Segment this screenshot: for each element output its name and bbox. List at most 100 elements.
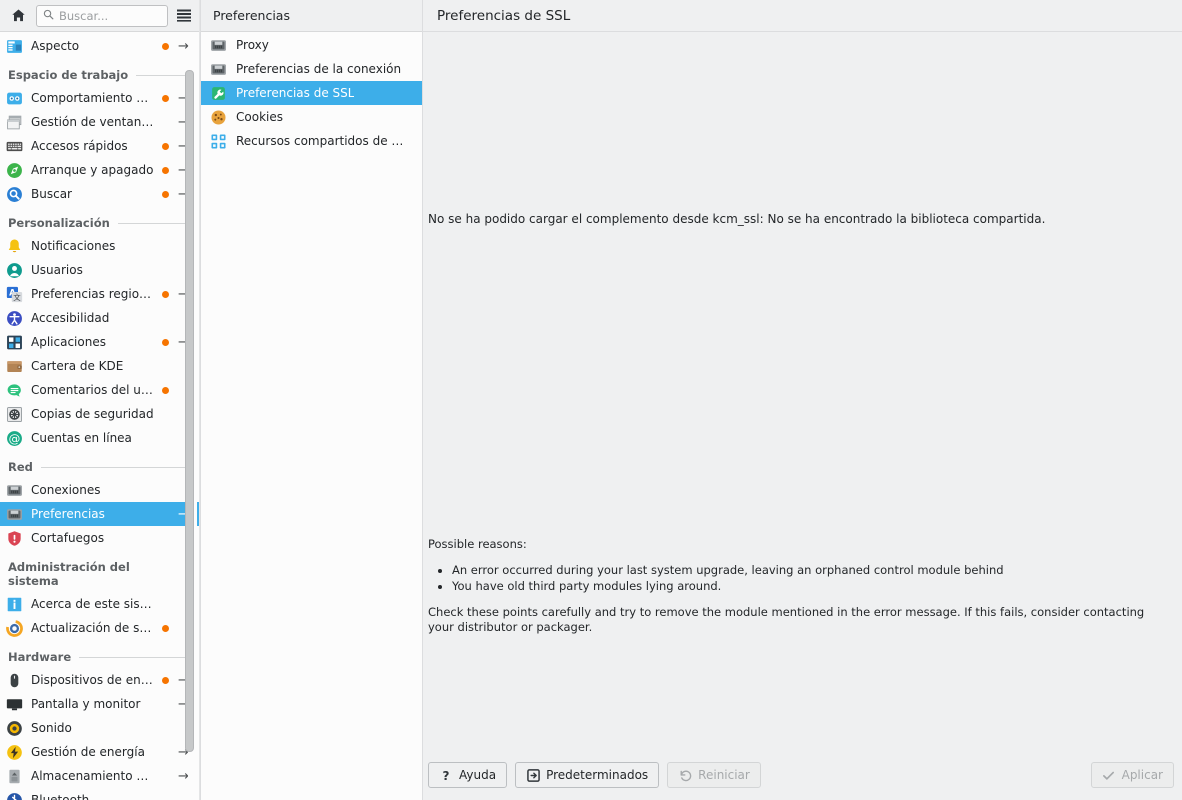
apply-button[interactable]: Aplicar <box>1091 762 1174 788</box>
sidebar-item-aplicaciones[interactable]: Aplicaciones→ <box>0 330 200 354</box>
sidebar-item-comportamiento-del-esp[interactable]: Comportamiento del esp...→ <box>0 86 200 110</box>
reason-item: You have old third party modules lying a… <box>452 579 1154 595</box>
appearance-icon <box>6 38 23 55</box>
sidebar-item-cortafuegos[interactable]: Cortafuegos→ <box>0 526 200 550</box>
hamburger-menu-icon[interactable] <box>174 4 194 28</box>
error-message: No se ha podido cargar el complemento de… <box>428 212 1162 226</box>
sidebar-item-preferencias[interactable]: Preferencias→ <box>0 502 200 526</box>
checkmark-icon <box>1102 768 1116 782</box>
windows-shares-icon <box>210 133 227 150</box>
bluetooth-icon <box>6 792 23 800</box>
update-badge-dot <box>162 677 169 684</box>
sidebar-item-label: Notificaciones <box>31 239 154 253</box>
sidebar-item-buscar[interactable]: Buscar→ <box>0 182 200 206</box>
sidebar-item-cartera-de-kde[interactable]: Cartera de KDE→ <box>0 354 200 378</box>
module-body: No se ha podido cargar el complemento de… <box>423 32 1182 756</box>
sidebar-item-notificaciones[interactable]: Notificaciones→ <box>0 234 200 258</box>
removable-storage-icon <box>6 768 23 785</box>
sidebar-item-usuarios[interactable]: Usuarios→ <box>0 258 200 282</box>
sidebar-scrollbar-thumb[interactable] <box>185 70 194 752</box>
workspace-behavior-icon <box>6 90 23 107</box>
sidebar-group-header: Espacio de trabajo <box>0 58 200 86</box>
keyboard-shortcuts-icon <box>6 138 23 155</box>
sidebar-item-conexiones[interactable]: Conexiones→ <box>0 478 200 502</box>
sidebar-item-label: Arranque y apagado <box>31 163 154 177</box>
module-item-preferencias-de-ssl[interactable]: Preferencias de SSL <box>201 81 422 105</box>
bell-icon <box>6 238 23 255</box>
update-badge-dot <box>162 387 169 394</box>
update-badge-dot <box>162 143 169 150</box>
module-list-title: Preferencias <box>201 0 422 32</box>
sidebar-item-accesibilidad[interactable]: Accesibilidad→ <box>0 306 200 330</box>
sidebar-item-label: Pantalla y monitor <box>31 697 154 711</box>
module-item-recursos-compartidos-de-wind[interactable]: Recursos compartidos de Wind... <box>201 129 422 153</box>
sidebar-item-label: Gestión de ventanas <box>31 115 154 129</box>
sidebar-item-gesti-n-de-energ-a[interactable]: Gestión de energía→ <box>0 740 200 764</box>
mouse-icon <box>6 672 23 689</box>
users-icon <box>6 262 23 279</box>
sidebar-item-label: Aspecto <box>31 39 154 53</box>
ssl-preferences-icon <box>210 85 227 102</box>
sidebar-item-actualizaci-n-de-software[interactable]: Actualización de software→ <box>0 616 200 640</box>
sidebar-item-acerca-de-este-sistema[interactable]: Acerca de este sistema→ <box>0 592 200 616</box>
sidebar-item-copias-de-seguridad[interactable]: Copias de seguridad→ <box>0 402 200 426</box>
sidebar-item-label: Preferencias <box>31 507 154 521</box>
search-input[interactable]: Buscar... <box>36 5 168 27</box>
sidebar-item-label: Bluetooth <box>31 793 154 800</box>
page-title: Preferencias de SSL <box>423 0 1182 32</box>
sidebar-item-label: Conexiones <box>31 483 154 497</box>
advice-text: Check these points carefully and try to … <box>428 605 1154 636</box>
svg-text:文: 文 <box>13 292 21 302</box>
sidebar-list: Aspecto→Espacio de trabajoComportamiento… <box>0 34 200 800</box>
sidebar-item-label: Preferencias regionales <box>31 287 154 301</box>
sidebar-group-header: Red <box>0 450 200 478</box>
help-button-label: Ayuda <box>459 768 496 782</box>
sidebar-group-rule <box>41 467 188 468</box>
question-mark-icon: ? <box>439 768 453 782</box>
sidebar-group-label: Hardware <box>8 650 71 664</box>
module-item-label: Proxy <box>236 38 269 52</box>
sidebar-item-pantalla-y-monitor[interactable]: Pantalla y monitor→ <box>0 692 200 716</box>
update-badge-dot <box>162 291 169 298</box>
home-icon[interactable] <box>6 4 30 28</box>
sidebar-item-label: Cuentas en línea <box>31 431 154 445</box>
sidebar-item-label: Cortafuegos <box>31 531 154 545</box>
sidebar-item-comentarios-del-usuario[interactable]: Comentarios del usuario→ <box>0 378 200 402</box>
sidebar-scrollbar-track[interactable] <box>188 68 197 796</box>
sidebar-item-aspecto[interactable]: Aspecto→ <box>0 34 200 58</box>
sidebar-group-header: Hardware <box>0 640 200 668</box>
module-item-preferencias-de-la-conexi-n[interactable]: Preferencias de la conexión <box>201 57 422 81</box>
sidebar-group-label: Administración del sistema <box>8 560 180 588</box>
sidebar-item-bluetooth[interactable]: Bluetooth→ <box>0 788 200 800</box>
proxy-icon <box>210 37 227 54</box>
module-item-label: Cookies <box>236 110 283 124</box>
system-settings-window: Buscar... Aspecto→Espacio de trabajoComp… <box>0 0 1182 800</box>
sidebar-item-almacenamiento-extra-ble[interactable]: Almacenamiento extraíble→ <box>0 764 200 788</box>
sidebar-item-gesti-n-de-ventanas[interactable]: Gestión de ventanas→ <box>0 110 200 134</box>
update-badge-dot <box>162 625 169 632</box>
defaults-button[interactable]: Predeterminados <box>515 762 659 788</box>
sidebar-item-sonido[interactable]: Sonido→ <box>0 716 200 740</box>
module-item-cookies[interactable]: Cookies <box>201 105 422 129</box>
apply-button-label: Aplicar <box>1122 768 1163 782</box>
error-details: Possible reasons: An error occurred duri… <box>428 537 1154 646</box>
sidebar-item-dispositivos-de-entrada[interactable]: Dispositivos de entrada→ <box>0 668 200 692</box>
module-item-proxy[interactable]: Proxy <box>201 33 422 57</box>
network-settings-icon <box>6 506 23 523</box>
firewall-icon <box>6 530 23 547</box>
sidebar-item-label: Accesibilidad <box>31 311 154 325</box>
sidebar-item-label: Cartera de KDE <box>31 359 154 373</box>
svg-text:@: @ <box>9 431 21 445</box>
reset-button[interactable]: Reiniciar <box>667 762 761 788</box>
sidebar-item-arranque-y-apagado[interactable]: Arranque y apagado→ <box>0 158 200 182</box>
sidebar-item-label: Comportamiento del esp... <box>31 91 154 105</box>
sidebar-item-cuentas-en-l-nea[interactable]: @Cuentas en línea→ <box>0 426 200 450</box>
help-button[interactable]: ? Ayuda <box>428 762 507 788</box>
sidebar-item-accesos-r-pidos[interactable]: Accesos rápidos→ <box>0 134 200 158</box>
sidebar-group-header: Administración del sistema <box>0 550 200 592</box>
backups-icon <box>6 406 23 423</box>
sidebar-right-edge <box>199 0 200 800</box>
module-item-label: Recursos compartidos de Wind... <box>236 134 414 148</box>
main-content: Preferencias de SSL No se ha podido carg… <box>423 0 1182 800</box>
sidebar-item-preferencias-regionales[interactable]: A文Preferencias regionales→ <box>0 282 200 306</box>
